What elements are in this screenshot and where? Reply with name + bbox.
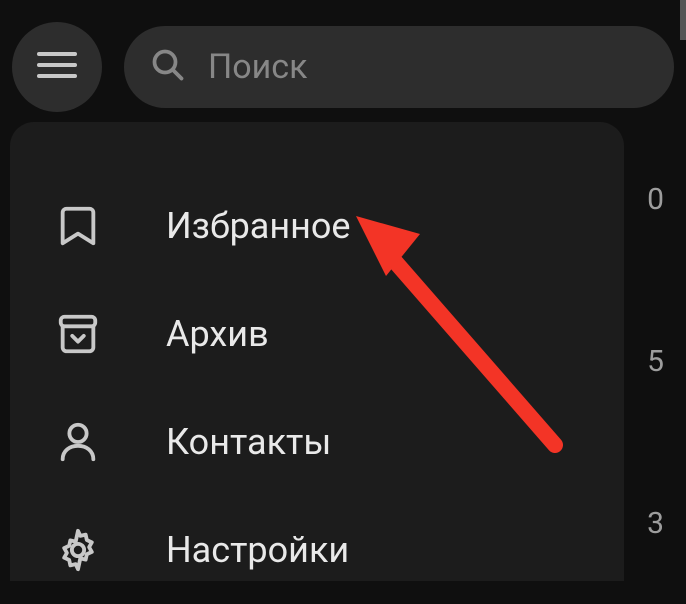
archive-icon <box>52 308 104 360</box>
search-placeholder: Поиск <box>208 47 307 87</box>
bookmark-icon <box>52 200 104 252</box>
menu-item-label: Избранное <box>166 205 351 247</box>
search-icon <box>150 47 186 87</box>
main-menu-dropdown: Избранное Архив Контакты Настрой <box>10 122 624 581</box>
background-count-badge: 5 <box>647 344 664 379</box>
menu-item-archive[interactable]: Архив <box>10 280 624 388</box>
background-count-badge: 3 <box>647 506 664 541</box>
menu-item-label: Архив <box>166 313 269 355</box>
search-input[interactable]: Поиск <box>124 26 674 108</box>
person-icon <box>52 416 104 468</box>
hamburger-icon <box>37 50 77 84</box>
menu-item-settings[interactable]: Настройки <box>10 496 624 604</box>
menu-item-label: Настройки <box>166 529 349 571</box>
top-bar: Поиск <box>0 0 686 112</box>
menu-item-contacts[interactable]: Контакты <box>10 388 624 496</box>
menu-item-favorites[interactable]: Избранное <box>10 172 624 280</box>
hamburger-menu-button[interactable] <box>12 22 102 112</box>
gear-icon <box>52 524 104 576</box>
menu-item-label: Контакты <box>166 421 331 463</box>
scrollbar-thumb[interactable] <box>680 0 686 40</box>
background-count-badge: 0 <box>647 182 664 217</box>
